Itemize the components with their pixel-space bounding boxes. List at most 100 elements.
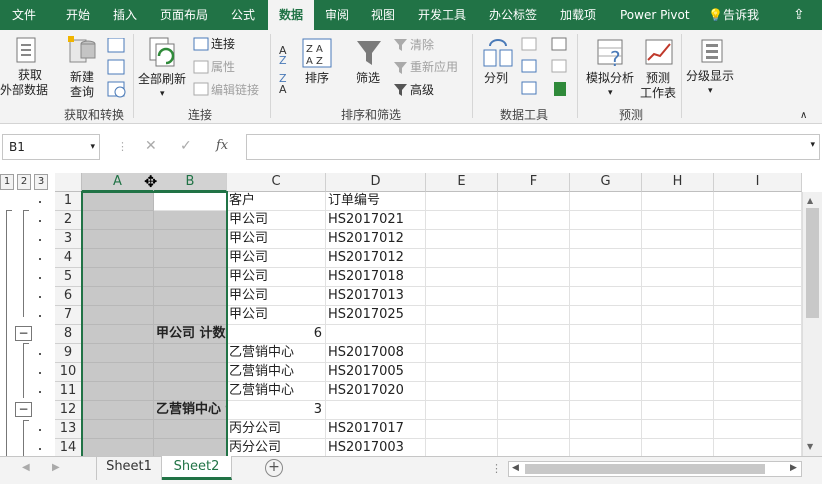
cell-c[interactable]: 甲公司	[227, 230, 326, 249]
column-header-e[interactable]: E	[426, 173, 498, 192]
cell[interactable]	[498, 401, 570, 420]
scrollbar-thumb[interactable]	[806, 208, 819, 318]
row-header[interactable]: 12	[55, 401, 82, 420]
cell[interactable]	[426, 382, 498, 401]
cell[interactable]	[642, 230, 714, 249]
cell[interactable]	[570, 287, 642, 306]
cell-b[interactable]: 甲公司 计数	[154, 325, 227, 344]
cell[interactable]	[426, 249, 498, 268]
text-to-columns-button[interactable]: 分列	[484, 71, 508, 86]
chevron-down-icon[interactable]: ▾	[90, 135, 95, 159]
formula-input[interactable]: ▾	[246, 134, 820, 160]
edit-links-button[interactable]: 编辑链接	[211, 83, 259, 98]
row-header[interactable]: 4	[55, 249, 82, 268]
cell[interactable]	[498, 344, 570, 363]
cell[interactable]	[498, 230, 570, 249]
cell[interactable]	[570, 401, 642, 420]
cell-d[interactable]: HS2017005	[326, 363, 426, 382]
tab-addins[interactable]: 加载项	[560, 0, 596, 30]
cell[interactable]	[498, 363, 570, 382]
cell[interactable]	[426, 363, 498, 382]
sort-button[interactable]: 排序	[305, 71, 329, 86]
cell-b[interactable]	[154, 363, 227, 382]
row-header[interactable]: 8	[55, 325, 82, 344]
column-header-h[interactable]: H	[642, 173, 714, 192]
cell[interactable]	[642, 306, 714, 325]
cell[interactable]	[714, 268, 802, 287]
cell[interactable]	[570, 211, 642, 230]
cell[interactable]	[714, 420, 802, 439]
cell-a[interactable]	[82, 306, 154, 325]
tell-me[interactable]: 💡告诉我	[708, 0, 759, 30]
vertical-scrollbar[interactable]: ▲ ▼	[802, 192, 822, 456]
cell[interactable]	[570, 363, 642, 382]
cell-d[interactable]: HS2017012	[326, 230, 426, 249]
cell[interactable]	[570, 306, 642, 325]
cell[interactable]	[570, 420, 642, 439]
cell[interactable]	[642, 249, 714, 268]
cell-b[interactable]	[154, 192, 227, 211]
advanced-button[interactable]: 高级	[410, 83, 434, 98]
cell-d[interactable]: HS2017008	[326, 344, 426, 363]
chevron-down-icon[interactable]: ▾	[160, 87, 165, 102]
cell-c[interactable]: 甲公司	[227, 211, 326, 230]
cell[interactable]	[570, 249, 642, 268]
cell[interactable]	[642, 268, 714, 287]
tab-review[interactable]: 审阅	[325, 0, 349, 30]
cell[interactable]	[498, 211, 570, 230]
name-box[interactable]: B1 ▾	[2, 134, 100, 160]
reapply-button[interactable]: 重新应用	[410, 60, 458, 75]
horizontal-scrollbar[interactable]: ◀ ▶	[508, 461, 802, 477]
cell[interactable]	[426, 192, 498, 211]
sheet-tab-sheet2[interactable]: Sheet2	[162, 456, 232, 480]
cell-a[interactable]	[82, 382, 154, 401]
cell[interactable]	[570, 230, 642, 249]
cell-d[interactable]: HS2017013	[326, 287, 426, 306]
tab-developer[interactable]: 开发工具	[418, 0, 466, 30]
clear-button[interactable]: 清除	[410, 38, 434, 53]
row-header[interactable]: 11	[55, 382, 82, 401]
cell-c[interactable]: 丙分公司	[227, 420, 326, 439]
add-sheet-icon[interactable]: +	[265, 459, 283, 477]
cell[interactable]	[498, 382, 570, 401]
row-header[interactable]: 13	[55, 420, 82, 439]
scroll-down-icon[interactable]: ▼	[807, 442, 813, 451]
row-header[interactable]: 5	[55, 268, 82, 287]
cell[interactable]	[714, 325, 802, 344]
cell[interactable]	[714, 249, 802, 268]
cell-a[interactable]	[82, 420, 154, 439]
cell[interactable]	[426, 325, 498, 344]
cell[interactable]	[570, 325, 642, 344]
cell-b[interactable]	[154, 420, 227, 439]
cell[interactable]	[714, 287, 802, 306]
cell-a[interactable]	[82, 268, 154, 287]
cell-c[interactable]: 甲公司	[227, 287, 326, 306]
column-header-b[interactable]: B	[154, 173, 227, 192]
row-header[interactable]: 7	[55, 306, 82, 325]
cell-d[interactable]	[326, 325, 426, 344]
cell-a[interactable]	[82, 363, 154, 382]
cell[interactable]	[714, 306, 802, 325]
cell-b[interactable]: 乙营销中心 计数	[154, 401, 227, 420]
cell-b[interactable]	[154, 382, 227, 401]
properties-button[interactable]: 属性	[211, 60, 235, 75]
scroll-left-icon[interactable]: ◀	[512, 463, 519, 473]
cell[interactable]	[498, 420, 570, 439]
cell-d[interactable]: HS2017021	[326, 211, 426, 230]
cell[interactable]	[426, 268, 498, 287]
cell[interactable]	[642, 192, 714, 211]
cell[interactable]	[570, 268, 642, 287]
cell[interactable]	[570, 382, 642, 401]
tab-file[interactable]: 文件	[12, 0, 36, 30]
tab-formulas[interactable]: 公式	[231, 0, 255, 30]
collapse-group-button[interactable]: −	[15, 326, 32, 341]
cell-a[interactable]	[82, 192, 154, 211]
row-header[interactable]: 6	[55, 287, 82, 306]
cell-a[interactable]	[82, 211, 154, 230]
new-query-button[interactable]: 新建 查询	[70, 70, 94, 100]
cell-c[interactable]: 3	[227, 401, 326, 420]
cell[interactable]	[426, 287, 498, 306]
column-header-c[interactable]: C	[227, 173, 326, 192]
select-all-corner[interactable]	[55, 173, 82, 192]
cell-d[interactable]: HS2017025	[326, 306, 426, 325]
